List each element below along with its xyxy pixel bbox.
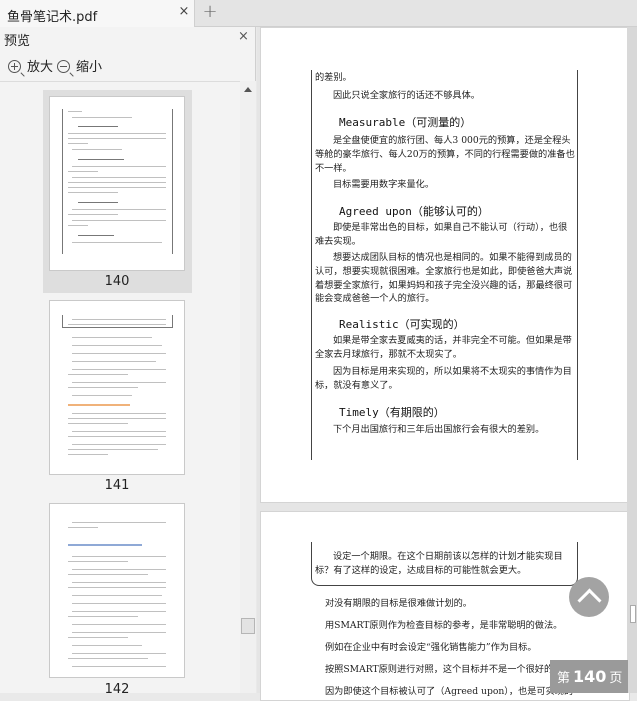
heading-cn: （可实现的） [398,318,465,331]
scroll-top-icon[interactable] [569,577,609,617]
scroll-up-arrow-icon[interactable] [244,87,252,92]
section-heading: Measurable（可测量的） [339,114,471,130]
page-text-line: 标？有了这样的设定，达成目标的可能性就会更大。 [315,565,527,576]
document-page-140: 的差别。 因此只说全家旅行的话还不够具体。 Measurable（可测量的） 是… [260,27,630,503]
tab-bar: 鱼骨笔记术.pdf × + [0,0,637,27]
zoom-out-button[interactable]: 缩小 [57,56,103,75]
section-heading: Agreed upon（能够认可的） [339,203,489,219]
page-text-line: 能会变成爸爸一个人的旅行。 [315,293,435,304]
heading-en: Timely [339,406,379,419]
sidebar-title: 预览 [4,34,31,49]
close-icon[interactable]: × [177,5,191,19]
thumbnail-page-140[interactable] [49,96,185,271]
plus-icon[interactable]: + [201,3,219,21]
zoom-in-label: 放大 [27,60,54,75]
heading-en: Realistic [339,318,399,331]
scrollbar-thumb[interactable] [630,605,636,623]
page-text-line: 因为即使这个目标被认可了（Agreed upon），也是可实现的 [325,686,574,697]
page-text-line: 标，就没有意义了。 [315,380,398,391]
thumbnail-page-141[interactable] [49,300,185,475]
page-text-line: 着想要全家旅行，如果妈妈和孩子完全没兴趣的话，那最终很可 [315,280,573,291]
close-icon[interactable]: × [238,29,249,44]
page-text-line: 目标需要用数字来量化。 [333,179,435,190]
page-text-line: 下个月出国旅行和三年后出国旅行会有很大的差别。 [333,424,545,435]
page-number: 140 [573,667,607,686]
page-number-badge: 第 140 页 [550,660,628,693]
thumbnail-page-142[interactable] [49,503,185,678]
page-text-line: 难去实现。 [315,236,361,247]
zoom-in-button[interactable]: 放大 [8,56,54,75]
heading-cn: （能够认可的） [411,205,489,218]
page-text-line: 例如在企业中有时会设定“强化销售能力”作为目标。 [325,642,537,653]
sidebar-header: 预览 × [0,27,256,49]
page-text-line: 等舱的豪华旅行、每人20万的预算，不同的行程需要做的准备也 [315,149,575,160]
thumbnail-label: 140 [104,274,130,289]
page-text-line: 全家去月球旅行，那就不太现实了。 [315,349,462,360]
page-text-line: 因为目标是用来实现的，所以如果将不太现实的事情作为目 [333,366,572,377]
thumbnail-list: 140 141 142 [0,81,240,693]
document-tab[interactable]: 鱼骨笔记术.pdf × [0,0,195,27]
page-text-line: 按照SMART原则进行对照，这个目标并不是一个很好的目标。 [325,664,581,675]
tab-title: 鱼骨笔记术.pdf [7,10,98,25]
page-text-line: 设定一个期限。在这个日期前该以怎样的计划才能实现目 [333,551,563,562]
page-text-line: 如果是带全家去夏威夷的话，并非完全不可能。但如果是带 [333,335,572,346]
heading-cn: （可测量的） [405,116,472,129]
page-text-line: 的差别。 [315,72,352,83]
page-suffix: 页 [609,671,623,686]
section-heading: Timely（有期限的） [339,404,445,420]
page-text-line: 是全盘使便宜的旅行团、每人3 000元的预算，还是全程头 [333,135,571,146]
heading-en: Measurable [339,116,406,129]
zoom-out-label: 缩小 [76,60,103,75]
scrollbar-thumb[interactable] [241,618,255,634]
document-scrollbar[interactable] [627,27,637,693]
zoom-out-icon [57,60,70,73]
page-text-line: 即使是非常出色的目标，如果自己不能认可（行动），也很 [333,222,568,233]
section-heading: Realistic（可实现的） [339,316,465,332]
page-text-line: 用SMART原则作为检查目标的参考，是非常聪明的做法。 [325,620,563,631]
page-text-line: 想要达成团队目标的情况也是相同的。如果不能得到成员的 [333,252,572,263]
thumbnail-label: 141 [104,478,130,493]
page-prefix: 第 [557,671,571,686]
page-text-line: 对没有期限的目标是很难做计划的。 [325,598,472,609]
page-text-line: 认可，想要实现就很困难。全家旅行也是如此，即使爸爸大声说 [315,266,573,277]
page-text-line: 不一样。 [315,163,352,174]
heading-cn: （有期限的） [378,406,445,419]
thumbnail-label: 142 [104,682,130,693]
page-text-line: 因此只说全家旅行的话还不够具体。 [333,90,480,101]
heading-en: Agreed upon [339,205,412,218]
sidebar-scrollbar[interactable] [240,81,256,693]
preview-sidebar: 预览 × 放大 缩小 140 141 142 [0,27,256,693]
zoom-in-icon [8,60,21,73]
